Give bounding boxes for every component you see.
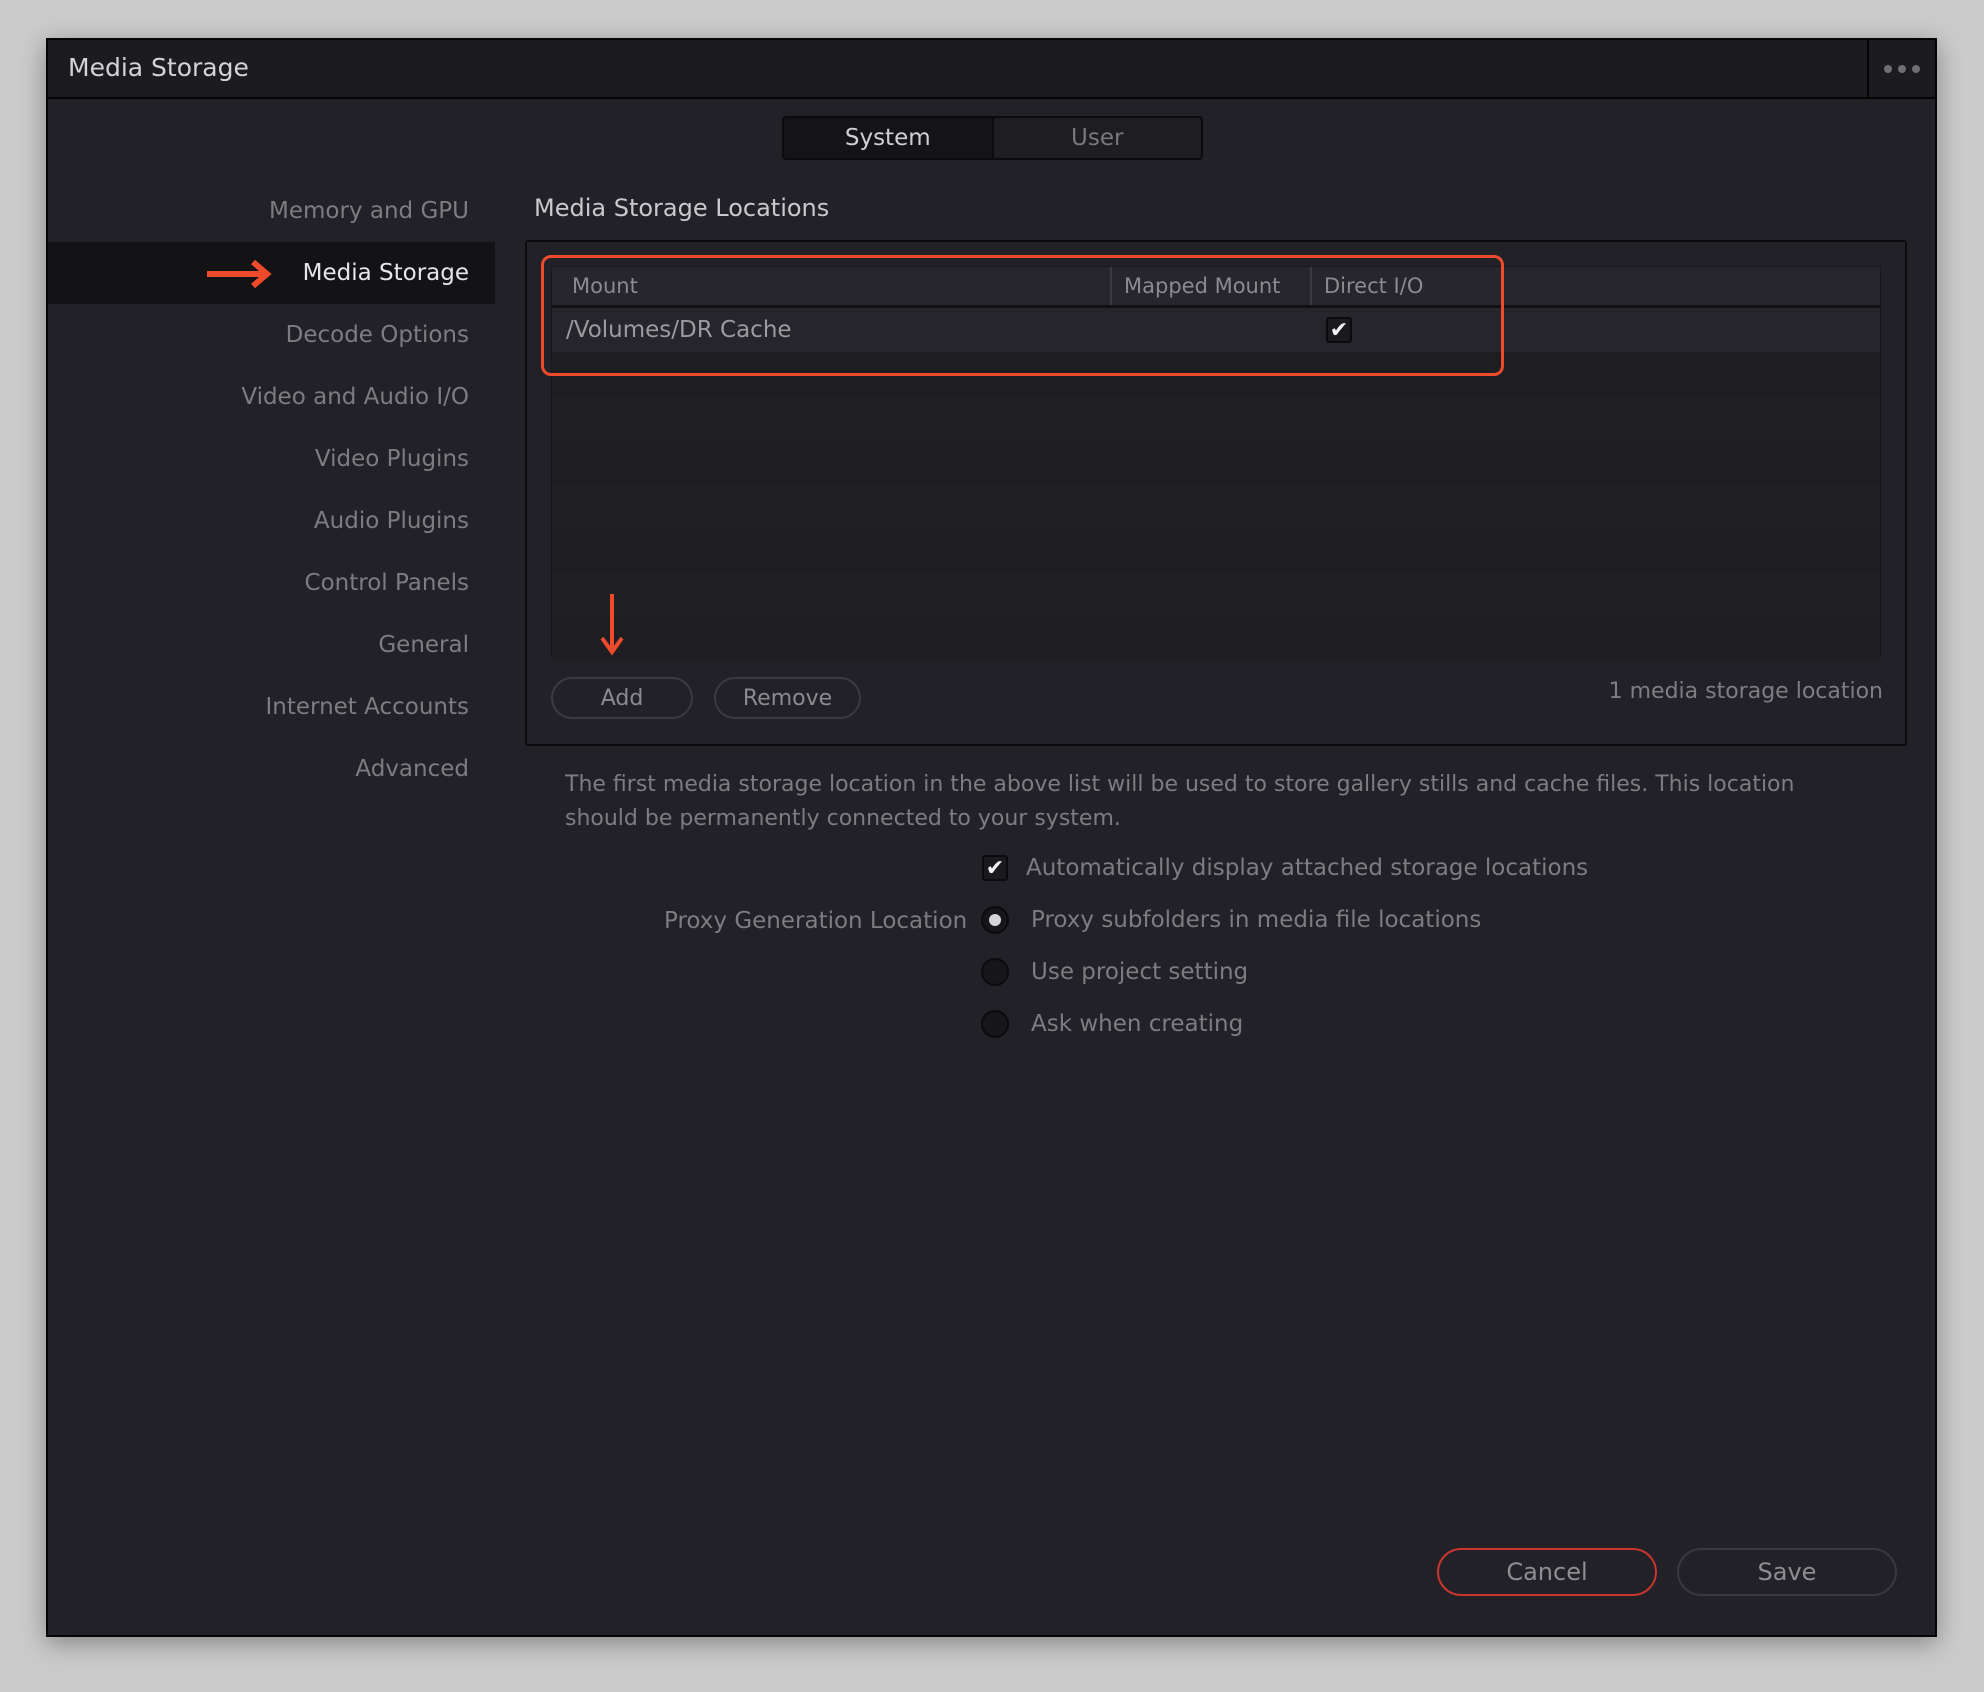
storage-locations-panel: Mount Mapped Mount Direct I/O /Volumes/D… [525, 240, 1907, 746]
more-horizontal-icon-dot [1898, 64, 1906, 73]
empty-row [552, 440, 1880, 484]
empty-row [552, 572, 1880, 616]
more-horizontal-icon-dot [1912, 64, 1920, 73]
more-horizontal-icon [1884, 64, 1892, 73]
tab-user[interactable]: User [994, 118, 1202, 158]
column-header-mount[interactable]: Mount [552, 267, 1112, 305]
sidebar-item-decode-options[interactable]: Decode Options [48, 304, 495, 366]
empty-row [552, 352, 1880, 396]
table-row[interactable]: /Volumes/DR Cache ✔ [552, 308, 1880, 352]
radio-button[interactable] [981, 1010, 1009, 1038]
sidebar-item-advanced[interactable]: Advanced [48, 738, 495, 800]
sidebar-item-label: Media Storage [302, 260, 469, 286]
add-button[interactable]: Add [551, 677, 693, 719]
empty-row [552, 484, 1880, 528]
cancel-button[interactable]: Cancel [1437, 1548, 1657, 1596]
sidebar-item-media-storage[interactable]: Media Storage [48, 242, 495, 304]
empty-row [552, 616, 1880, 660]
proxy-option-subfolders[interactable]: Proxy subfolders in media file locations [981, 906, 1481, 934]
storage-locations-table: Mount Mapped Mount Direct I/O /Volumes/D… [551, 266, 1881, 660]
radio-dot [989, 914, 1001, 926]
sidebar-item-general[interactable]: General [48, 614, 495, 676]
column-header-mapped-mount[interactable]: Mapped Mount [1112, 267, 1312, 305]
title-bar: Media Storage [48, 40, 1935, 99]
sidebar-item-audio-plugins[interactable]: Audio Plugins [48, 490, 495, 552]
window-title: Media Storage [68, 53, 249, 82]
section-title: Media Storage Locations [534, 194, 830, 222]
radio-button[interactable] [981, 958, 1009, 986]
checkmark-icon: ✔ [1329, 317, 1349, 343]
save-button[interactable]: Save [1677, 1548, 1897, 1596]
proxy-option-label: Proxy subfolders in media file locations [1031, 907, 1482, 933]
proxy-option-label: Use project setting [1031, 959, 1249, 985]
checkmark-icon: ✔ [985, 855, 1005, 881]
arrow-down-icon [600, 594, 624, 656]
sidebar-item-video-plugins[interactable]: Video Plugins [48, 428, 495, 490]
remove-button[interactable]: Remove [714, 677, 861, 719]
mount-cell: /Volumes/DR Cache [566, 317, 792, 343]
more-options-button[interactable] [1867, 40, 1935, 97]
proxy-option-ask[interactable]: Ask when creating [981, 1010, 1243, 1038]
proxy-option-project-setting[interactable]: Use project setting [981, 958, 1248, 986]
sidebar-item-memory-and-gpu[interactable]: Memory and GPU [48, 180, 495, 242]
proxy-option-label: Ask when creating [1031, 1011, 1244, 1037]
settings-scope-tabs: System User [782, 116, 1203, 160]
sidebar-item-internet-accounts[interactable]: Internet Accounts [48, 676, 495, 738]
column-header-direct-io[interactable]: Direct I/O [1312, 267, 1423, 305]
sidebar: Memory and GPU Media Storage Decode Opti… [48, 180, 495, 800]
direct-io-checkbox[interactable]: ✔ [1326, 317, 1352, 343]
auto-display-label: Automatically display attached storage l… [1026, 855, 1589, 881]
sidebar-item-video-and-audio-io[interactable]: Video and Audio I/O [48, 366, 495, 428]
proxy-generation-label: Proxy Generation Location [664, 908, 968, 934]
storage-description: The first media storage location in the … [565, 772, 1795, 831]
tab-system[interactable]: System [784, 118, 994, 158]
table-header: Mount Mapped Mount Direct I/O [552, 267, 1880, 308]
arrow-right-icon [207, 259, 272, 289]
location-count: 1 media storage location [1608, 679, 1883, 704]
auto-display-option[interactable]: ✔ Automatically display attached storage… [982, 855, 1588, 881]
sidebar-item-control-panels[interactable]: Control Panels [48, 552, 495, 614]
empty-row [552, 396, 1880, 440]
media-storage-dialog: Media Storage System User Memory and GPU… [46, 38, 1937, 1637]
empty-row [552, 528, 1880, 572]
auto-display-checkbox[interactable]: ✔ [982, 855, 1008, 881]
radio-button-selected[interactable] [981, 906, 1009, 934]
